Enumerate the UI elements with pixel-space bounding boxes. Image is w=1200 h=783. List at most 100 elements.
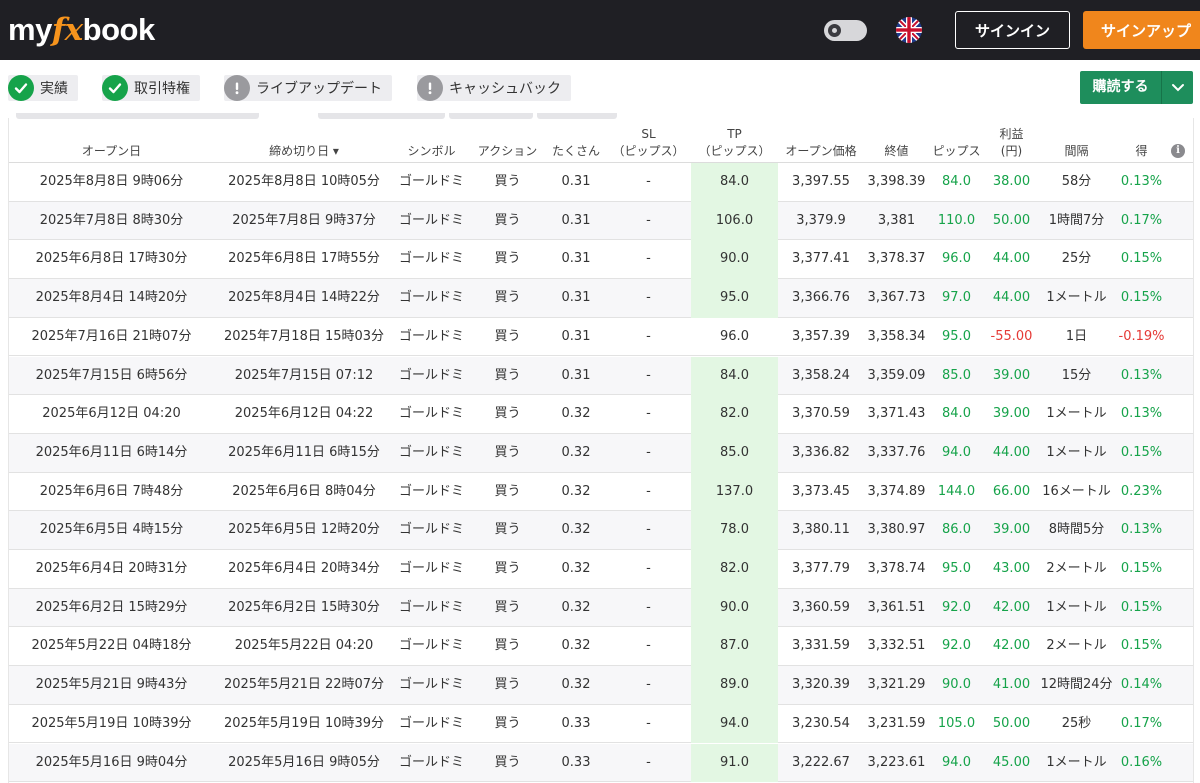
table-row[interactable]: 2025年6月8日 17時30分 2025年6月8日 17時55分 ゴールドミ 買う 0…: [9, 240, 1193, 280]
chevron-down-icon[interactable]: [1162, 71, 1193, 104]
cell-pips: 96.0: [942, 251, 971, 267]
cell-lots: 0.32: [561, 677, 591, 693]
cell-open-price: 3,377.79: [792, 561, 850, 576]
cell-gain: 0.15%: [1120, 251, 1163, 267]
toggle-knob-icon: [826, 22, 843, 39]
table-row[interactable]: 2025年6月4日 20時31分 2025年6月4日 20時34分 ゴールドミ 買う 0…: [9, 550, 1193, 589]
table-row[interactable]: 2025年6月12日 04:20 2025年6月12日 04:22 ゴールドミ 買う 0…: [9, 395, 1193, 434]
cell-duration: 15分: [1061, 367, 1092, 383]
table-row[interactable]: 2025年6月5日 4時15分 2025年6月5日 12時20分 ゴールドミ 買う 0.…: [9, 511, 1193, 550]
cell-open-price: 3,222.67: [792, 754, 850, 770]
cell-close-price: 3,361.51: [867, 599, 926, 615]
cell-close-price: 3,332.51: [867, 638, 926, 654]
cell-duration: 1日: [1065, 328, 1088, 344]
cell-profit: 45.00: [992, 754, 1031, 770]
table-row[interactable]: 2025年5月22日 04時18分 2025年5月22日 04:20 ゴールドミ 買う…: [9, 627, 1193, 667]
table-row[interactable]: 2025年5月16日 9時04分 2025年5月16日 9時05分 ゴールドミ 買う 0…: [9, 743, 1193, 783]
cell-close-price: 3,367.73: [867, 290, 926, 306]
badge-label: ライブアップデート: [256, 81, 382, 97]
cell-close-date: 2025年7月8日 9時37分: [232, 212, 376, 228]
cell-open-price: 3,366.76: [792, 290, 850, 306]
cell-close-price: 3,231.59: [867, 715, 926, 731]
cell-sl: -: [646, 483, 651, 499]
cell-tp: 82.0: [691, 395, 778, 434]
badge-cashback[interactable]: キャッシュバック: [417, 75, 571, 101]
cell-sl: -: [646, 212, 651, 228]
table-row[interactable]: 2025年5月21日 9時43分 2025年5月21日 22時07分 ゴールドミ 買う…: [9, 666, 1193, 705]
cell-open-date: 2025年6月6日 7時48分: [39, 483, 184, 499]
cell-open-price: 3,379.9: [796, 212, 846, 228]
cell-action: 買う: [494, 406, 521, 422]
cell-close-price: 3,381: [877, 212, 916, 228]
subscribe-button[interactable]: 購読する: [1080, 71, 1193, 104]
column-label: 終値: [884, 144, 909, 158]
cell-action: 買う: [494, 522, 521, 538]
cell-profit: 41.00: [992, 677, 1031, 693]
cell-symbol: ゴールドミ: [398, 367, 464, 383]
myfxbook-logo[interactable]: myfxbook: [8, 10, 155, 50]
table-row[interactable]: 2025年7月15日 6時56分 2025年7月15日 07:12 ゴールドミ 買う 0…: [9, 356, 1193, 396]
column-header-action: アクション: [469, 118, 546, 163]
cell-gain: 0.17%: [1120, 715, 1163, 731]
cell-open-price: 3,357.39: [792, 328, 850, 344]
cell-close-date: 2025年5月19日 10時39分: [223, 715, 385, 731]
cell-close-date: 2025年6月11日 6時15分: [228, 444, 380, 460]
cell-sl: -: [646, 599, 651, 615]
cell-duration: 2メートル: [1046, 561, 1107, 576]
cell-close-date: 2025年6月6日 8時04分: [232, 483, 376, 499]
cell-tp: 78.0: [691, 511, 778, 550]
cell-tp: 96.0: [720, 328, 749, 344]
table-row[interactable]: 2025年7月16日 21時07分 2025年7月18日 15時03分 ゴールドミ 買…: [9, 318, 1193, 357]
check-circle-icon: [8, 75, 34, 101]
cell-sl: -: [646, 638, 651, 654]
info-icon[interactable]: i: [1171, 144, 1185, 158]
cell-sl: -: [646, 677, 651, 693]
cell-profit: 44.00: [992, 251, 1031, 267]
cell-pips: 94.0: [942, 754, 971, 770]
cell-pips: 84.0: [942, 406, 971, 422]
cell-action: 買う: [494, 251, 521, 267]
cell-pips: 84.0: [942, 174, 971, 189]
cell-gain: 0.16%: [1120, 754, 1163, 770]
column-header-profit: 利益 (円): [984, 118, 1039, 163]
table-row[interactable]: 2025年6月2日 15時29分 2025年6月2日 15時30分 ゴールドミ 買う 0…: [9, 588, 1193, 628]
table-row[interactable]: 2025年7月8日 8時30分 2025年7月8日 9時37分 ゴールドミ 買う 0.3…: [9, 201, 1193, 241]
cell-tp: 89.0: [691, 666, 778, 705]
badge-track-record[interactable]: 実績: [8, 75, 78, 101]
signin-button[interactable]: サインイン: [955, 11, 1070, 49]
cell-lots: 0.32: [561, 522, 591, 538]
uk-flag-icon[interactable]: [896, 17, 922, 43]
cell-action: 買う: [494, 677, 521, 693]
cell-symbol: ゴールドミ: [398, 290, 464, 306]
cell-action: 買う: [494, 754, 521, 770]
cell-open-price: 3,358.24: [792, 367, 850, 383]
column-header-lots: たくさん: [546, 118, 606, 163]
cell-duration: 12時間24分: [1040, 677, 1113, 693]
table-row[interactable]: 2025年5月19日 10時39分 2025年5月19日 10時39分 ゴールドミ買…: [9, 704, 1193, 744]
cell-open-date: 2025年6月8日 17時30分: [35, 251, 188, 267]
badge-live-update[interactable]: ライブアップデート: [224, 75, 392, 101]
cell-close-date: 2025年8月8日 10時05分: [228, 174, 380, 189]
column-sublabel: (円): [1000, 144, 1023, 158]
cell-gain: -0.19%: [1118, 328, 1165, 344]
table-row[interactable]: 2025年8月8日 9時06分 2025年8月8日 10時05分 ゴールドミ 買う 0.…: [9, 163, 1193, 202]
cell-action: 買う: [494, 367, 521, 383]
cell-open-date: 2025年5月22日 04時18分: [31, 638, 192, 654]
cell-lots: 0.32: [561, 638, 591, 654]
exclamation-circle-icon: [224, 75, 250, 101]
cell-open-date: 2025年5月19日 10時39分: [31, 715, 192, 731]
cell-close-date: 2025年7月15日 07:12: [234, 367, 374, 383]
table-row[interactable]: 2025年6月11日 6時14分 2025年6月11日 6時15分 ゴールドミ 買う 0…: [9, 433, 1193, 473]
cell-gain: 0.15%: [1120, 638, 1163, 654]
cell-symbol: ゴールドミ: [398, 328, 464, 344]
signup-button[interactable]: サインアップ: [1083, 11, 1200, 49]
table-row[interactable]: 2025年8月4日 14時20分 2025年8月4日 14時22分 ゴールドミ 買う 0…: [9, 279, 1193, 318]
column-sublabel: （ピップス）: [698, 144, 771, 158]
column-header-close-date[interactable]: 締め切り日 ▾: [214, 118, 394, 163]
cell-profit: -55.00: [990, 328, 1033, 344]
badge-trading-privileges[interactable]: 取引特権: [102, 75, 200, 101]
table-row[interactable]: 2025年6月6日 7時48分 2025年6月6日 8時04分 ゴールドミ 買う 0.3…: [9, 472, 1193, 512]
cell-open-price: 3,370.59: [792, 406, 850, 422]
cell-sl: -: [646, 290, 651, 306]
dark-mode-toggle[interactable]: [824, 20, 867, 41]
